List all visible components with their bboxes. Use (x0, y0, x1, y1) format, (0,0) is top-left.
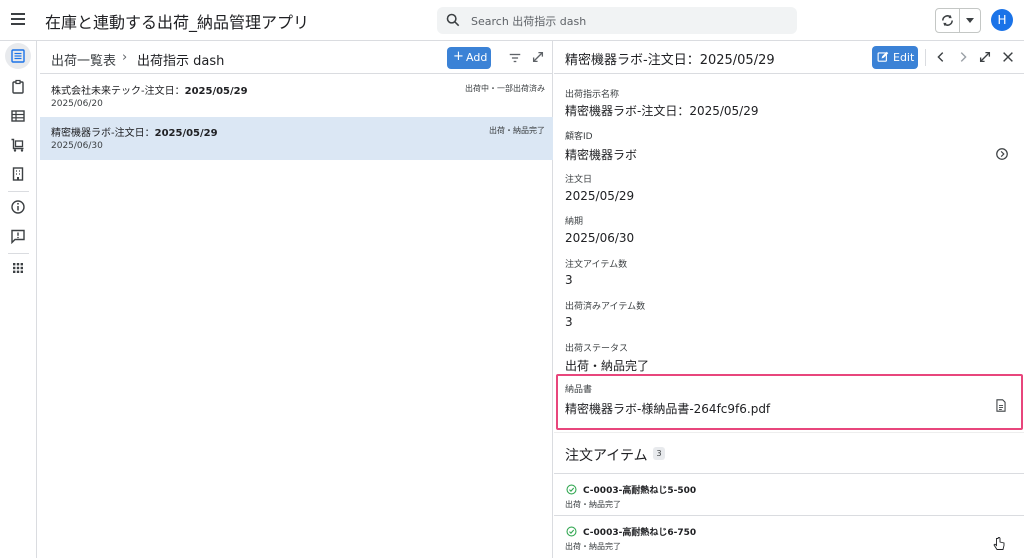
search-bar[interactable]: Search 出荷指示 dash (437, 7, 797, 34)
list-header: 出荷一覧表 › 出荷指示 dash + Add (40, 41, 553, 74)
top-bar: 在庫と連動する出荷_納品管理アプリ Search 出荷指示 dash H (0, 0, 1024, 41)
rail-item-info[interactable] (5, 194, 31, 220)
edit-button[interactable]: Edit (872, 46, 918, 69)
app-root: 在庫と連動する出荷_納品管理アプリ Search 出荷指示 dash H 出荷一… (0, 0, 1024, 558)
clipboard-icon (12, 79, 24, 94)
rail-item-apps[interactable] (5, 255, 31, 281)
table-icon (11, 110, 25, 122)
field-value: 2025/05/29 (565, 189, 635, 203)
breadcrumb-parent[interactable]: 出荷一覧表 (51, 50, 116, 69)
field-value: 精密機器ラボ (565, 148, 638, 162)
hand-cursor-icon (993, 537, 1005, 550)
app-title: 在庫と連動する出荷_納品管理アプリ (45, 13, 310, 32)
order-item-name: C-0003-高耐熱ねじ5-500 (583, 486, 697, 496)
filter-icon[interactable] (508, 51, 522, 65)
sync-button-group (935, 8, 981, 33)
list-item-status: 出荷・納品完了 (489, 126, 545, 135)
rail-item-feedback[interactable] (5, 223, 31, 249)
order-item-status: 出荷・納品完了 (565, 542, 621, 551)
search-icon (446, 13, 460, 27)
field-label: 出荷指示名称 (565, 90, 620, 100)
detail-header: 精密機器ラボ-注文日：2025/05/29 Edit (554, 41, 1024, 74)
expand-detail-icon[interactable] (978, 50, 992, 64)
field-label: 注文アイテム数 (565, 260, 628, 270)
chevron-down-icon[interactable] (966, 18, 974, 23)
invoice-file-link[interactable]: 精密機器ラボ-様納品書-264fc9f6.pdf (565, 400, 770, 417)
search-placeholder: Search 出荷指示 dash (471, 15, 587, 28)
open-link-icon[interactable] (995, 147, 1009, 161)
field-value: 3 (565, 273, 573, 287)
list-item[interactable]: 株式会社未来テック-注文日：2025/05/29 2025/06/20 出荷中・… (40, 75, 553, 118)
detail-panel: 精密機器ラボ-注文日：2025/05/29 Edit 出荷指示名称 精密機器ラボ… (554, 41, 1024, 558)
field-value: 3 (565, 315, 573, 329)
feedback-icon (11, 229, 25, 244)
list-item-date: 2025/06/30 (51, 141, 103, 151)
breadcrumb-separator: › (122, 50, 128, 65)
edit-icon (877, 51, 889, 62)
list-view-icon (11, 49, 25, 63)
document-icon[interactable] (995, 399, 1007, 412)
rail-item-list-view[interactable] (5, 43, 31, 69)
field-value: 出荷・納品完了 (565, 359, 650, 373)
avatar[interactable]: H (991, 9, 1013, 31)
breadcrumb-current: 出荷指示 dash (137, 54, 225, 69)
rail-item-table[interactable] (5, 103, 31, 129)
list-item[interactable]: C-0003-高耐熱ねじ5-500 出荷・納品完了 (554, 478, 1024, 520)
field-value: 精密機器ラボ-注文日：2025/05/29 (565, 104, 759, 118)
field-label: 納期 (565, 217, 584, 227)
edit-button-label: Edit (893, 51, 915, 64)
menu-icon[interactable] (8, 9, 28, 29)
info-icon (11, 200, 25, 214)
cart-icon (11, 138, 24, 152)
field-label: 納品書 (565, 385, 593, 395)
section-title: 注文アイテム (565, 448, 648, 464)
list-item[interactable]: C-0003-高耐熱ねじ6-750 出荷・納品完了 (554, 520, 1024, 558)
chevron-left-icon[interactable] (934, 50, 948, 64)
detail-title: 精密機器ラボ-注文日：2025/05/29 (565, 53, 775, 68)
list-item-date: 2025/06/20 (51, 99, 103, 109)
field-label: 出荷済みアイテム数 (565, 302, 646, 312)
field-label: 注文日 (565, 175, 593, 185)
rail-item-cart[interactable] (5, 132, 31, 158)
apps-grid-icon (13, 263, 23, 273)
field-label: 顧客ID (565, 132, 593, 142)
list-item-title: 精密機器ラボ-注文日：2025/05/29 (51, 128, 218, 139)
close-icon[interactable] (1001, 50, 1015, 64)
add-button[interactable]: + Add (447, 47, 491, 69)
building-icon (12, 167, 24, 181)
plus-icon: + (453, 49, 464, 64)
field-value: 2025/06/30 (565, 231, 635, 245)
sync-icon[interactable] (940, 13, 955, 28)
rail-item-building[interactable] (5, 161, 31, 187)
list-item[interactable]: 精密機器ラボ-注文日：2025/05/29 2025/06/30 出荷・納品完了 (40, 117, 553, 160)
list-item-title: 株式会社未来テック-注文日：2025/05/29 (51, 86, 248, 97)
order-item-status: 出荷・納品完了 (565, 500, 621, 509)
field-label: 出荷ステータス (565, 344, 629, 354)
left-rail (0, 41, 37, 558)
section-count-badge: 3 (653, 447, 665, 460)
add-button-label: Add (466, 51, 488, 64)
check-circle-icon (566, 526, 577, 537)
list-item-status: 出荷中・一部出荷済み (465, 84, 545, 93)
check-circle-icon (566, 484, 577, 495)
list-panel: 出荷一覧表 › 出荷指示 dash + Add 株式会社未来テック-注文日：20… (40, 41, 553, 558)
rail-item-clipboard[interactable] (5, 74, 31, 100)
order-item-name: C-0003-高耐熱ねじ6-750 (583, 528, 697, 538)
expand-icon[interactable] (531, 50, 545, 64)
chevron-right-icon[interactable] (956, 50, 970, 64)
